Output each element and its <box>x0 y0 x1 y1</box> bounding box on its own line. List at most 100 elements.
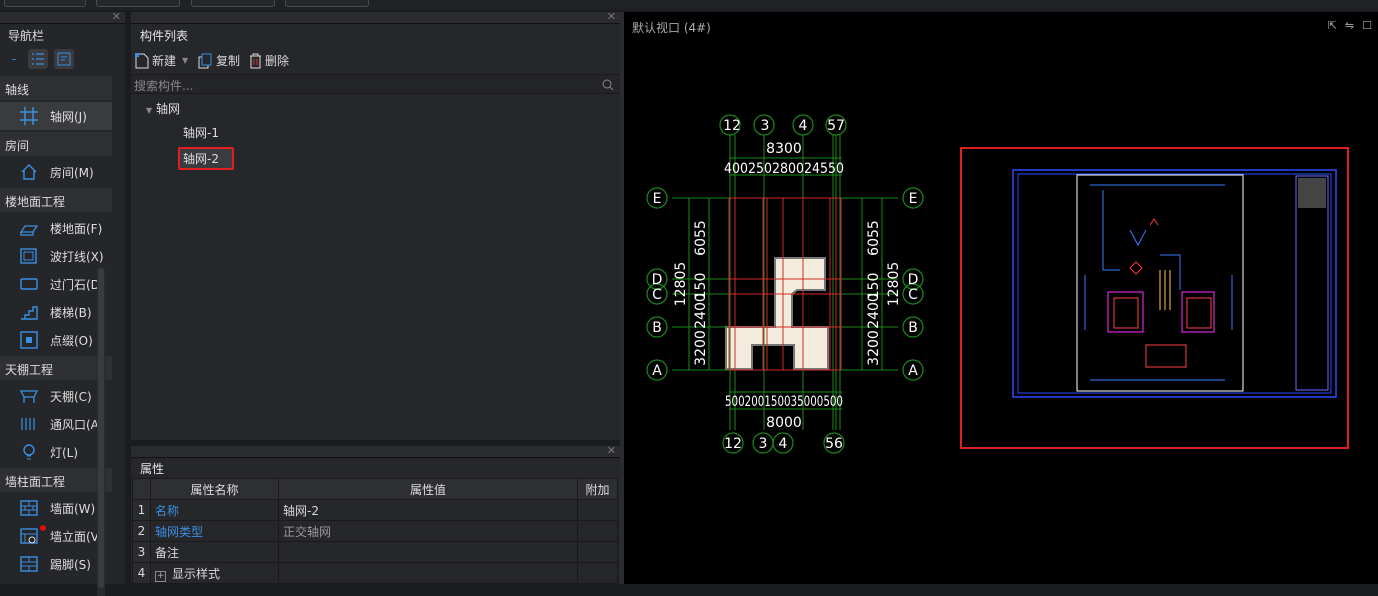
lamp-icon <box>23 444 35 460</box>
border-line-icon <box>20 248 37 264</box>
copy-label: 复制 <box>216 54 241 68</box>
dropdown-arrow-icon[interactable]: ▼ <box>182 56 188 65</box>
ceiling-icon <box>19 390 39 403</box>
table-row[interactable]: 4 + 显示样式 <box>132 562 618 584</box>
search-icon[interactable] <box>602 79 614 91</box>
component-list-panel: ✕ 构件列表 新建 ▼ 复制 删除 搜索构件... ▼ 轴网 轴网-1 轴网-2 <box>131 10 620 440</box>
close-icon[interactable]: ✕ <box>607 10 616 23</box>
prop-extra[interactable] <box>577 520 618 542</box>
dim-left: 6055 <box>693 220 709 256</box>
header-value: 属性值 <box>278 478 578 500</box>
prop-name: 备注 <box>150 541 279 563</box>
nav-group-ceiling[interactable]: 天棚工程 <box>0 356 112 380</box>
panel-title: 构件列表 <box>140 29 189 43</box>
delete-button[interactable]: 删除 <box>249 52 289 69</box>
nav-item-axis-grid[interactable]: 轴网(J) <box>0 102 112 130</box>
tree-item-label: 轴网-2 <box>183 152 219 166</box>
nav-group-wall[interactable]: 墙柱面工程 <box>0 468 112 492</box>
dim-detail-bottom: 500200150035000500 <box>725 394 843 410</box>
tree-node-root[interactable]: ▼ 轴网 <box>146 100 180 117</box>
nav-item-skirting[interactable]: 踢脚(S) <box>0 550 112 578</box>
nav-item-label: 墙立面(V) <box>50 529 104 544</box>
nav-item-label: 天棚(C) <box>50 389 92 404</box>
collapse-view-button[interactable]: - <box>4 49 24 69</box>
list-view-button[interactable] <box>28 49 48 69</box>
nav-item-vent[interactable]: 通风口(A) <box>0 410 112 438</box>
axis-label: 3 <box>759 436 768 452</box>
nav-item-label: 轴网(J) <box>50 109 87 124</box>
vent-icon <box>21 418 35 430</box>
cad-viewport[interactable]: 默认视口 (4#) ⇱ ⇋ ☐ 12 3 4 57 12 3 4 56 E D C … <box>624 12 1378 584</box>
expand-arrow-icon[interactable]: ▼ <box>146 106 152 115</box>
nav-group-room[interactable]: 房间 <box>0 132 112 156</box>
list-icon <box>32 53 44 65</box>
nav-item-wall[interactable]: 墙面(W) <box>0 494 112 522</box>
axis-label: B <box>652 320 662 336</box>
nav-item-label: 踢脚(S) <box>50 557 91 572</box>
table-row[interactable]: 3 备注 <box>132 541 618 563</box>
row-index: 1 <box>132 499 151 521</box>
axis-label: E <box>653 191 662 207</box>
close-icon[interactable]: ✕ <box>607 444 616 457</box>
toolbar-tab[interactable] <box>285 0 369 7</box>
properties-panel: ✕ 属性 属性名称 属性值 附加 1 名称 轴网-2 2 轴网类型 正交轴网 3 备注 4 + 显… <box>131 444 620 584</box>
expand-plus-icon[interactable]: + <box>155 570 166 582</box>
nav-item-room[interactable]: 房间(M) <box>0 158 112 186</box>
nav-group-axis[interactable]: 轴线 <box>0 76 112 100</box>
dim-total-top: 8300 <box>766 141 802 157</box>
panel-header-bar: ✕ <box>131 444 620 458</box>
building-outline <box>725 257 829 370</box>
dim-left: 2400 <box>693 293 709 329</box>
prop-extra[interactable] <box>577 499 618 521</box>
prop-value[interactable]: 正交轴网 <box>278 520 578 542</box>
floor-icon <box>19 225 39 236</box>
nav-item-floor[interactable]: 楼地面(F) <box>0 214 112 242</box>
trash-icon <box>250 53 261 68</box>
table-row[interactable]: 1 名称 轴网-2 <box>132 499 618 521</box>
panel-header-bar: ✕ <box>0 10 125 24</box>
detail-view-button[interactable] <box>54 49 74 69</box>
toolbar-tab[interactable] <box>96 0 180 7</box>
copy-button[interactable]: 复制 <box>198 52 240 69</box>
search-input[interactable]: 搜索构件... <box>131 74 620 94</box>
nav-item-label: 波打线(X) <box>50 249 104 264</box>
axis-label: E <box>909 191 918 207</box>
reference-floor-plan <box>1012 169 1337 398</box>
dim-total-bottom: 8000 <box>766 415 802 431</box>
new-button[interactable]: 新建 ▼ <box>135 52 188 69</box>
prop-value[interactable]: 轴网-2 <box>278 499 578 521</box>
nav-item-ornament[interactable]: 点缀(O) <box>0 326 112 354</box>
prop-name: 轴网类型 <box>150 520 279 542</box>
prop-value[interactable] <box>278 541 578 563</box>
table-row[interactable]: 2 轴网类型 正交轴网 <box>132 520 618 542</box>
axis-label: D <box>908 272 919 288</box>
scrollbar-thumb[interactable] <box>98 268 104 588</box>
nav-item-ceiling[interactable]: 天棚(C) <box>0 382 112 410</box>
nav-item-border-line[interactable]: 波打线(X) <box>0 242 112 270</box>
dim-right: 2400 <box>866 293 882 329</box>
new-file-icon <box>135 52 149 68</box>
document-icon <box>57 52 71 66</box>
nav-item-lamp[interactable]: 灯(L) <box>0 438 112 466</box>
prop-extra[interactable] <box>577 562 618 584</box>
axis-label: 12 <box>723 118 741 134</box>
wall-icon <box>20 500 38 516</box>
toolbar-tab[interactable] <box>4 0 86 7</box>
prop-value[interactable] <box>278 562 578 584</box>
toolbar-tab[interactable] <box>191 0 275 7</box>
new-label: 新建 <box>152 54 177 68</box>
ornament-icon <box>20 331 38 349</box>
tree-item-selected[interactable]: 轴网-2 <box>178 147 234 170</box>
nav-item-stairs[interactable]: 楼梯(B) <box>0 298 112 326</box>
nav-item-label: 通风口(A) <box>50 417 104 432</box>
prop-extra[interactable] <box>577 541 618 563</box>
nav-group-floor[interactable]: 楼地面工程 <box>0 188 112 212</box>
axis-label: 56 <box>825 436 843 452</box>
nav-item-label: 点缀(O) <box>50 333 93 348</box>
nav-scrollbar[interactable] <box>97 268 105 596</box>
nav-item-wall-elevation[interactable]: 墙立面(V) <box>0 522 112 550</box>
close-icon[interactable]: ✕ <box>112 10 121 23</box>
nav-item-threshold[interactable]: 过门石(D) <box>0 270 112 298</box>
tree-item[interactable]: 轴网-1 <box>183 124 219 141</box>
nav-item-label: 墙面(W) <box>50 501 96 516</box>
